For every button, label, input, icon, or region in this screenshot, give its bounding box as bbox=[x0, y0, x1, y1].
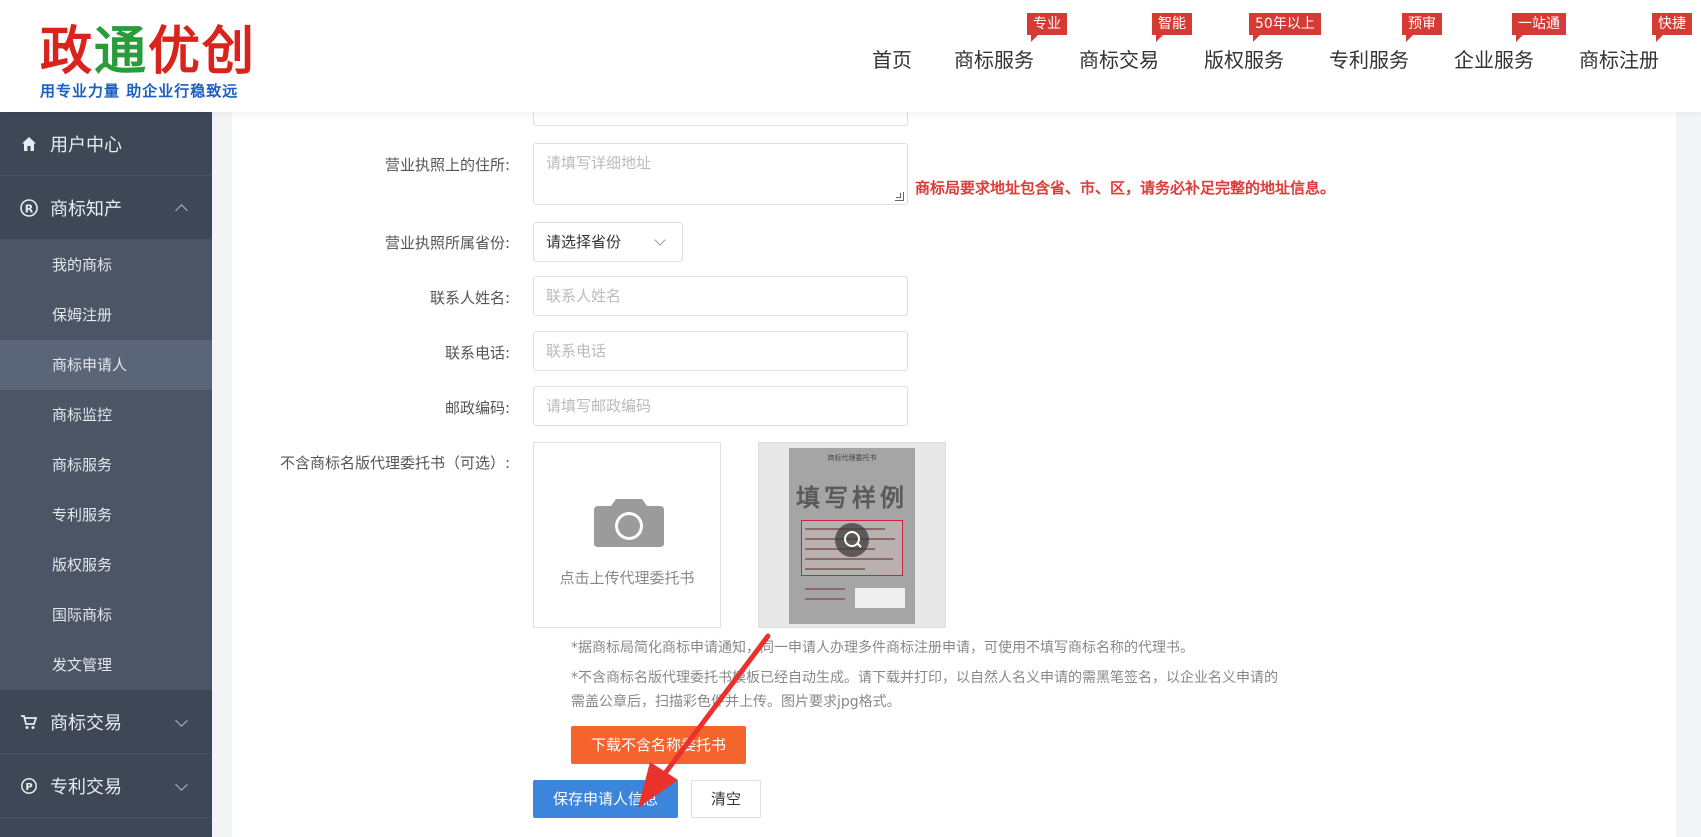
sample-stamp: 填写样例 bbox=[796, 483, 908, 512]
sidebar-item-nanny-register[interactable]: 保姆注册 bbox=[0, 290, 212, 340]
nav-badge-pro: 专业 bbox=[1027, 13, 1067, 42]
annotation-arrow-icon bbox=[638, 633, 771, 808]
upload-text: 点击上传代理委托书 bbox=[559, 569, 695, 587]
sidebar-item-documents[interactable]: 发文管理 bbox=[0, 640, 212, 690]
nav-badge-precheck: 预审 bbox=[1402, 13, 1442, 42]
nav-badge-fast: 快捷 bbox=[1652, 13, 1692, 42]
sidebar-item-monitoring[interactable]: 商标监控 bbox=[0, 390, 212, 440]
sidebar-patent-trade[interactable]: P 专利交易 bbox=[0, 754, 212, 818]
contact-label: 联系人姓名: bbox=[429, 289, 510, 307]
svg-text:P: P bbox=[25, 782, 32, 793]
resize-handle-icon[interactable] bbox=[895, 192, 904, 201]
nav-badge-50years: 50年以上 bbox=[1249, 13, 1321, 42]
chevron-down-icon bbox=[175, 778, 188, 791]
proxy-upload-box[interactable]: 点击上传代理委托书 bbox=[533, 442, 721, 628]
proxy-label: 不含商标名版代理委托书（可选）: bbox=[279, 454, 510, 472]
svg-text:R: R bbox=[25, 202, 34, 215]
nav-trademark-trade[interactable]: 商标交易 bbox=[1079, 44, 1159, 73]
site-header: 政通优创 用专业力量 助企业行稳致远 首页 商标服务 专业 商标交易 智能 版权… bbox=[0, 0, 1701, 112]
contact-name-input[interactable]: 联系人姓名 bbox=[533, 276, 908, 316]
sample-preview[interactable]: 商标代理委托书 填写样例 bbox=[758, 442, 946, 628]
sidebar-submenu: 我的商标 保姆注册 商标申请人 商标监控 商标服务 专利服务 版权服务 国际商标… bbox=[0, 240, 212, 690]
nav-badge-smart: 智能 bbox=[1152, 13, 1192, 42]
sidebar-user-center-label: 用户中心 bbox=[50, 134, 122, 156]
sidebar-trademark-trade-label: 商标交易 bbox=[50, 712, 122, 734]
phone-input[interactable]: 联系电话 bbox=[533, 331, 908, 371]
nav-trademark-service[interactable]: 商标服务 bbox=[954, 44, 1034, 73]
phone-label: 联系电话: bbox=[444, 344, 510, 362]
sidebar-patent-trade-label: 专利交易 bbox=[50, 776, 122, 798]
camera-icon bbox=[594, 499, 664, 547]
sidebar-user-center[interactable]: 用户中心 bbox=[0, 112, 212, 176]
logo-wordmark: 政通优创 bbox=[40, 21, 257, 82]
sidebar-trademark-ip[interactable]: R 商标知产 bbox=[0, 176, 212, 240]
province-select[interactable]: 请选择省份 bbox=[533, 222, 683, 262]
postal-label: 邮政编码: bbox=[444, 399, 510, 417]
registered-icon: R bbox=[18, 197, 40, 219]
sidebar-item-international[interactable]: 国际商标 bbox=[0, 590, 212, 640]
chevron-down-icon bbox=[654, 234, 666, 246]
chevron-up-icon bbox=[175, 204, 188, 217]
province-label: 营业执照所属省份: bbox=[384, 234, 510, 252]
nav-home[interactable]: 首页 bbox=[872, 44, 912, 73]
sidebar-item-copyright-service[interactable]: 版权服务 bbox=[0, 540, 212, 590]
chevron-down-icon bbox=[175, 714, 188, 727]
sidebar-trademark-trade[interactable]: 商标交易 bbox=[0, 690, 212, 754]
nav-copyright-service[interactable]: 版权服务 bbox=[1204, 44, 1284, 73]
sidebar-item-patent-service[interactable]: 专利服务 bbox=[0, 490, 212, 540]
nav-trademark-register[interactable]: 商标注册 bbox=[1579, 44, 1659, 73]
address-textarea[interactable]: 请填写详细地址 bbox=[533, 143, 908, 205]
zoom-icon[interactable] bbox=[835, 523, 869, 557]
sidebar-item-trademark-service[interactable]: 商标服务 bbox=[0, 440, 212, 490]
nav-badge-onestop: 一站通 bbox=[1512, 13, 1566, 42]
sidebar: 用户中心 R 商标知产 我的商标 保姆注册 商标申请人 商标监控 商标服务 专利… bbox=[0, 112, 212, 837]
address-label: 营业执照上的住所: bbox=[384, 156, 510, 174]
sidebar-item-my-trademarks[interactable]: 我的商标 bbox=[0, 240, 212, 290]
address-warning: 商标局要求地址包含省、市、区，请务必补足完整的地址信息。 bbox=[915, 179, 1336, 197]
nav-enterprise-service[interactable]: 企业服务 bbox=[1454, 44, 1534, 73]
sidebar-trademark-ip-label: 商标知产 bbox=[50, 198, 122, 220]
postal-code-input[interactable]: 请填写邮政编码 bbox=[533, 386, 908, 426]
cart-icon bbox=[18, 711, 40, 733]
sidebar-item-applicant[interactable]: 商标申请人 bbox=[0, 340, 212, 390]
patent-icon: P bbox=[18, 775, 40, 797]
site-logo[interactable]: 政通优创 用专业力量 助企业行稳致远 bbox=[40, 22, 256, 101]
nav-patent-service[interactable]: 专利服务 bbox=[1329, 44, 1409, 73]
logo-slogan: 用专业力量 助企业行稳致远 bbox=[40, 82, 239, 100]
home-icon bbox=[18, 133, 40, 155]
